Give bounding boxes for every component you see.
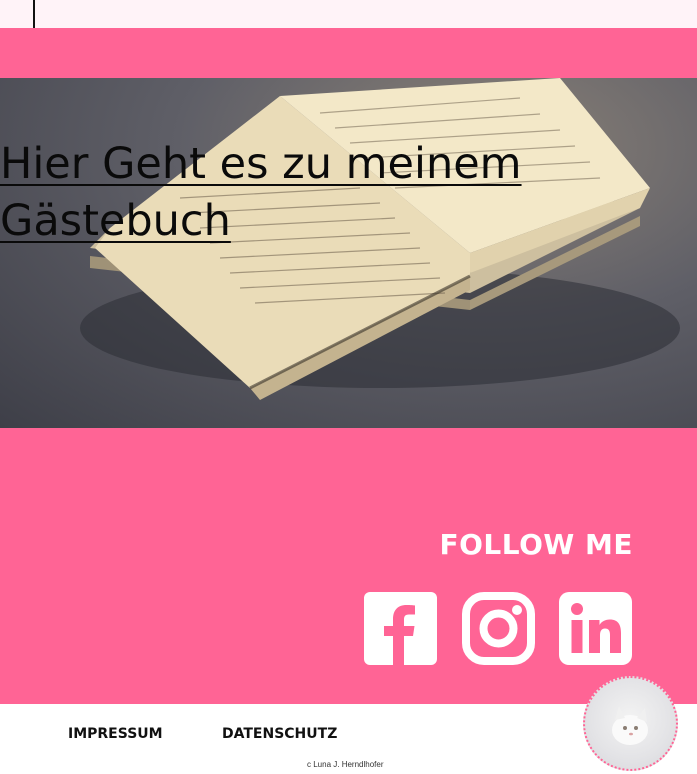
follow-section: FOLLOW ME bbox=[0, 428, 697, 704]
instagram-link[interactable] bbox=[462, 592, 535, 665]
cat-avatar-icon bbox=[612, 706, 648, 745]
impressum-link[interactable]: IMPRESSUM bbox=[68, 726, 163, 742]
facebook-icon bbox=[364, 592, 437, 665]
datenschutz-link[interactable]: DATENSCHUTZ bbox=[222, 726, 337, 742]
linkedin-icon bbox=[559, 592, 632, 665]
linkedin-link[interactable] bbox=[559, 592, 632, 665]
instagram-icon bbox=[462, 592, 535, 665]
follow-title: FOLLOW ME bbox=[439, 528, 633, 561]
copyright-text: c Luna J. Herndlhofer bbox=[307, 760, 384, 769]
facebook-link[interactable] bbox=[364, 592, 437, 665]
pink-header-band bbox=[0, 28, 697, 78]
avatar[interactable] bbox=[583, 676, 678, 771]
text-cursor bbox=[33, 0, 35, 28]
open-book-image bbox=[80, 78, 680, 400]
hero-banner: Hier Geht es zu meinem Gästebuch bbox=[0, 78, 697, 428]
top-bar bbox=[0, 0, 697, 28]
guestbook-link[interactable]: Hier Geht es zu meinem Gästebuch bbox=[0, 136, 560, 250]
